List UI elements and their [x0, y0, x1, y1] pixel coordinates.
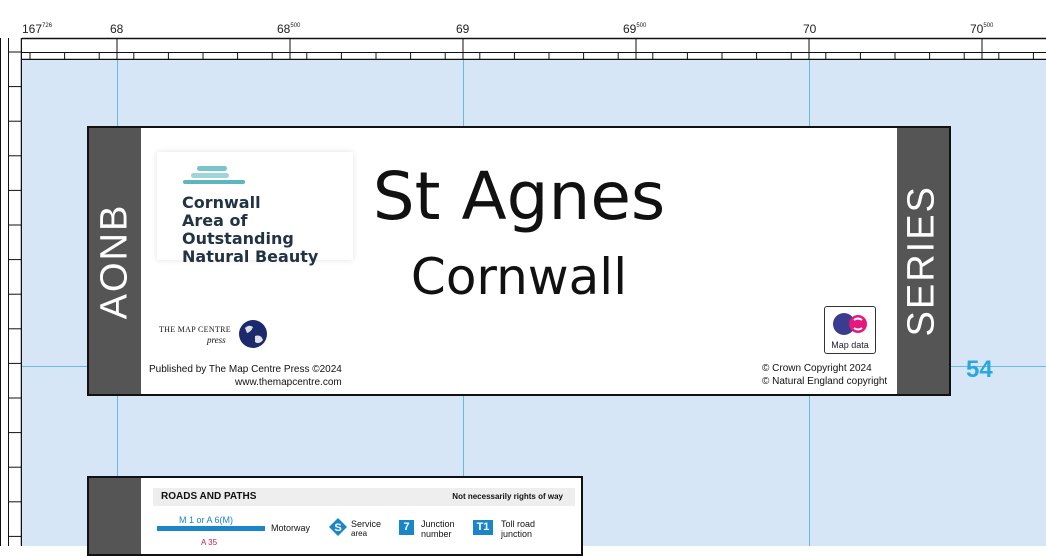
ruler-tick-label: 70500 — [970, 22, 994, 36]
service-label: Service — [351, 519, 382, 529]
junction-number-badge: 7 — [399, 520, 414, 535]
service-label-2: area — [351, 529, 368, 538]
motorway-symbol — [157, 526, 265, 531]
publisher-logo-line: The Map Centre — [159, 325, 231, 334]
ruler-tick-label: 69500 — [623, 22, 647, 36]
top-ruler: 167726 68 68500 69 69500 70 70500 — [0, 0, 1046, 60]
ruler-tick-label: 69 — [456, 22, 470, 36]
legend-title: ROADS AND PATHS — [161, 491, 257, 502]
os-label: Map data — [831, 340, 869, 350]
motorway-label: Motorway — [271, 523, 311, 533]
ruler-tick-label: 167726 — [22, 22, 53, 36]
published-by-text: Published by The Map Centre Press ©2024 — [149, 364, 342, 375]
globe-icon — [239, 320, 267, 348]
legend-panel: ROADS AND PATHS Not necessarily rights o… — [87, 476, 583, 556]
toll-label-2: junction — [501, 529, 533, 539]
title-panel: AONB SERIES Cornwall Area of Outstanding… — [87, 126, 951, 396]
ruler-tick-label: 68500 — [277, 22, 301, 36]
left-ruler-ticks — [0, 38, 22, 546]
legend-header: ROADS AND PATHS Not necessarily rights o… — [153, 488, 575, 506]
motorway-route-label: M 1 or A 6(M) — [179, 515, 234, 525]
map-title: St Agnes — [372, 158, 666, 235]
publisher-logo: The Map Centre press — [159, 320, 271, 352]
junction-label: Junction — [421, 519, 455, 529]
adjoining-sheet-number[interactable]: 54 — [966, 356, 993, 384]
copyright-natural-england: © Natural England copyright — [762, 376, 888, 387]
map-subtitle: Cornwall — [410, 248, 628, 306]
toll-junction-badge: T1 — [473, 520, 493, 535]
os-logo-icon — [833, 313, 867, 335]
publisher-logo-line: press — [207, 335, 226, 345]
os-map-data-logo: Map data — [824, 306, 876, 354]
left-ruler — [0, 38, 22, 546]
toll-label: Toll road — [501, 519, 536, 529]
top-ruler-ticks — [0, 37, 1046, 60]
junction-label-2: number — [421, 529, 452, 539]
legend-note: Not necessarily rights of way — [452, 492, 563, 501]
a-road-label: A 35 — [201, 538, 218, 547]
service-area-icon: S — [329, 518, 347, 536]
legend-band — [89, 478, 141, 554]
ruler-tick-label: 70 — [803, 22, 817, 36]
copyright-crown: © Crown Copyright 2024 — [762, 363, 872, 374]
website-text: www.themapcentre.com — [235, 377, 342, 388]
svg-text:S: S — [334, 522, 341, 534]
ruler-tick-label: 68 — [110, 22, 124, 36]
